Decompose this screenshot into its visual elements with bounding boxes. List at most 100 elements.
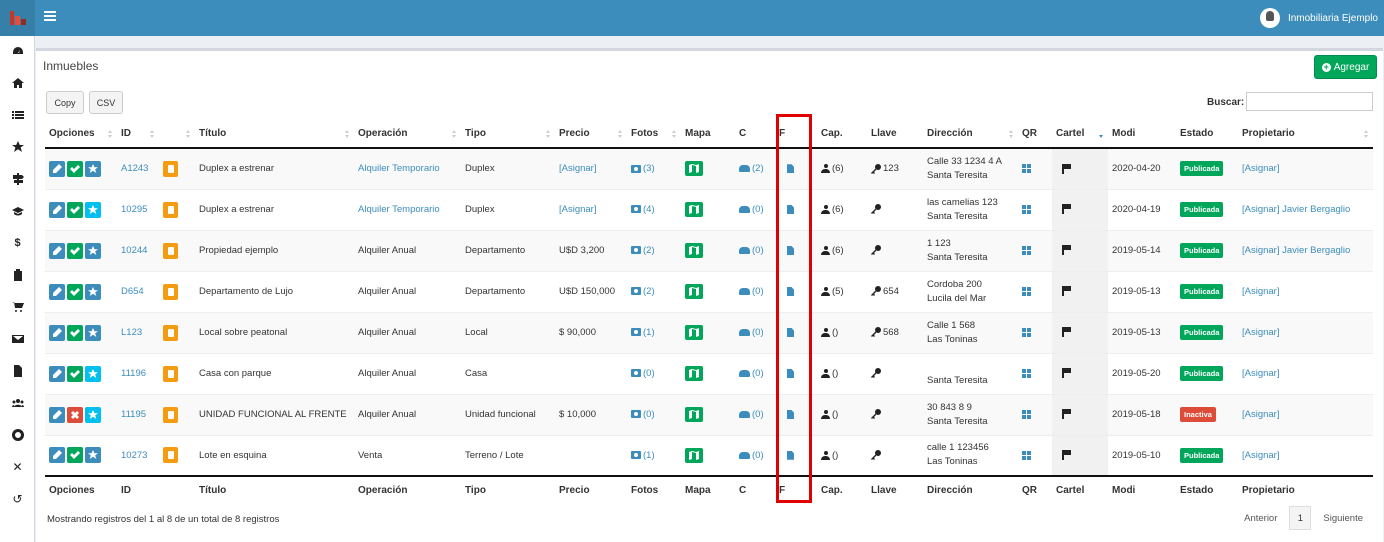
property-id-link[interactable]: 11196 bbox=[117, 352, 159, 394]
close-icon[interactable] bbox=[67, 406, 83, 423]
column-header[interactable]: Estado bbox=[1176, 120, 1238, 149]
file-icon[interactable] bbox=[787, 368, 794, 378]
home-icon[interactable] bbox=[0, 73, 35, 93]
edit-icon[interactable] bbox=[49, 201, 65, 218]
menu-toggle-icon[interactable] bbox=[44, 11, 56, 21]
file-icon[interactable] bbox=[787, 286, 794, 296]
c-cell[interactable]: (0) bbox=[735, 311, 775, 353]
check-icon[interactable] bbox=[67, 160, 83, 177]
qr-icon[interactable] bbox=[1022, 327, 1031, 337]
map-icon[interactable] bbox=[685, 284, 703, 299]
map-icon[interactable] bbox=[685, 202, 703, 217]
close-icon[interactable]: ✕ bbox=[0, 457, 35, 477]
edit-icon[interactable] bbox=[49, 242, 65, 259]
property-id-link[interactable]: 10273 bbox=[117, 434, 159, 476]
column-header[interactable]: Modi bbox=[1108, 120, 1176, 149]
column-header[interactable]: Cap. bbox=[817, 120, 867, 149]
check-icon[interactable] bbox=[67, 201, 83, 218]
qr-icon[interactable] bbox=[1022, 286, 1031, 296]
check-icon[interactable] bbox=[67, 365, 83, 382]
map-icon[interactable] bbox=[685, 243, 703, 258]
file-icon[interactable] bbox=[787, 409, 794, 419]
envelope-icon[interactable] bbox=[0, 329, 35, 349]
key-cell[interactable] bbox=[867, 393, 923, 435]
column-header[interactable]: Mapa bbox=[681, 120, 735, 149]
cap-cell[interactable]: (5) bbox=[817, 270, 867, 312]
photos-cell[interactable]: (0) bbox=[627, 393, 681, 435]
cap-cell[interactable]: () bbox=[817, 311, 867, 353]
user-menu[interactable]: Inmobiliaria Ejemplo bbox=[1259, 8, 1378, 28]
operation-cell[interactable]: Alquiler Temporario bbox=[354, 147, 461, 189]
column-header[interactable]: Precio bbox=[555, 120, 627, 149]
c-cell[interactable]: (0) bbox=[735, 188, 775, 230]
assign-owner-link[interactable]: [Asignar] bbox=[1242, 163, 1280, 174]
dashboard-icon[interactable] bbox=[0, 41, 35, 61]
key-cell[interactable]: 654 bbox=[867, 270, 923, 312]
star-icon[interactable] bbox=[85, 406, 101, 423]
photos-cell[interactable]: (2) bbox=[627, 270, 681, 312]
qr-icon[interactable] bbox=[1022, 368, 1031, 378]
c-cell[interactable]: (0) bbox=[735, 393, 775, 435]
column-header[interactable]: ID bbox=[117, 120, 159, 149]
copy-icon[interactable] bbox=[163, 201, 178, 218]
status-badge[interactable]: Publicada bbox=[1180, 202, 1224, 217]
c-cell[interactable]: (2) bbox=[735, 147, 775, 189]
file-icon[interactable] bbox=[787, 204, 794, 214]
edit-icon[interactable] bbox=[49, 365, 65, 382]
column-header[interactable] bbox=[159, 120, 195, 149]
cap-cell[interactable]: () bbox=[817, 434, 867, 476]
star-icon[interactable] bbox=[85, 242, 101, 259]
star-icon[interactable] bbox=[85, 324, 101, 341]
list-icon[interactable] bbox=[0, 105, 35, 125]
cap-cell[interactable]: (6) bbox=[817, 229, 867, 271]
page-1-button[interactable]: 1 bbox=[1289, 506, 1312, 530]
edit-icon[interactable] bbox=[49, 447, 65, 464]
copy-icon[interactable] bbox=[163, 324, 178, 341]
operation-cell[interactable]: Alquiler Temporario bbox=[354, 188, 461, 230]
owner-name-link[interactable]: Javier Bergaglio bbox=[1282, 204, 1350, 215]
c-cell[interactable]: (0) bbox=[735, 270, 775, 312]
cap-cell[interactable]: () bbox=[817, 393, 867, 435]
flag-icon[interactable] bbox=[1062, 368, 1071, 379]
qr-icon[interactable] bbox=[1022, 245, 1031, 255]
file-icon[interactable] bbox=[0, 361, 35, 381]
copy-icon[interactable] bbox=[163, 283, 178, 300]
search-input[interactable] bbox=[1246, 92, 1373, 111]
assign-owner-link[interactable]: [Asignar] bbox=[1242, 245, 1280, 256]
property-id-link[interactable]: 10295 bbox=[117, 188, 159, 230]
check-icon[interactable] bbox=[67, 242, 83, 259]
csv-button[interactable]: CSV bbox=[89, 91, 123, 114]
photos-cell[interactable]: (4) bbox=[627, 188, 681, 230]
prev-page-button[interactable]: Anterior bbox=[1244, 513, 1277, 524]
property-id-link[interactable]: D654 bbox=[117, 270, 159, 312]
star-icon[interactable] bbox=[85, 447, 101, 464]
next-page-button[interactable]: Siguiente bbox=[1323, 513, 1363, 524]
file-icon[interactable] bbox=[787, 245, 794, 255]
key-cell[interactable] bbox=[867, 434, 923, 476]
price-cell[interactable]: [Asignar] bbox=[555, 147, 627, 189]
column-header[interactable]: C bbox=[735, 120, 775, 149]
add-button[interactable]: + Agregar bbox=[1314, 55, 1377, 79]
check-icon[interactable] bbox=[67, 447, 83, 464]
property-id-link[interactable]: A1243 bbox=[117, 147, 159, 189]
column-header[interactable]: F bbox=[775, 120, 817, 149]
photos-cell[interactable]: (2) bbox=[627, 229, 681, 271]
qr-icon[interactable] bbox=[1022, 450, 1031, 460]
photos-cell[interactable]: (0) bbox=[627, 352, 681, 394]
flag-icon[interactable] bbox=[1062, 450, 1071, 461]
map-icon[interactable] bbox=[685, 325, 703, 340]
c-cell[interactable]: (0) bbox=[735, 434, 775, 476]
copy-icon[interactable] bbox=[163, 160, 178, 177]
logo[interactable] bbox=[0, 0, 35, 36]
key-cell[interactable]: 568 bbox=[867, 311, 923, 353]
column-header[interactable]: Propietario bbox=[1238, 120, 1373, 149]
status-badge[interactable]: Inactiva bbox=[1180, 407, 1216, 422]
copy-icon[interactable] bbox=[163, 242, 178, 259]
undo-icon[interactable]: ↺ bbox=[0, 489, 35, 509]
star-icon[interactable] bbox=[85, 160, 101, 177]
column-header[interactable]: QR bbox=[1018, 120, 1052, 149]
assign-owner-link[interactable]: [Asignar] bbox=[1242, 450, 1280, 461]
check-icon[interactable] bbox=[67, 283, 83, 300]
column-header[interactable]: Dirección bbox=[923, 120, 1018, 149]
status-badge[interactable]: Publicada bbox=[1180, 284, 1224, 299]
